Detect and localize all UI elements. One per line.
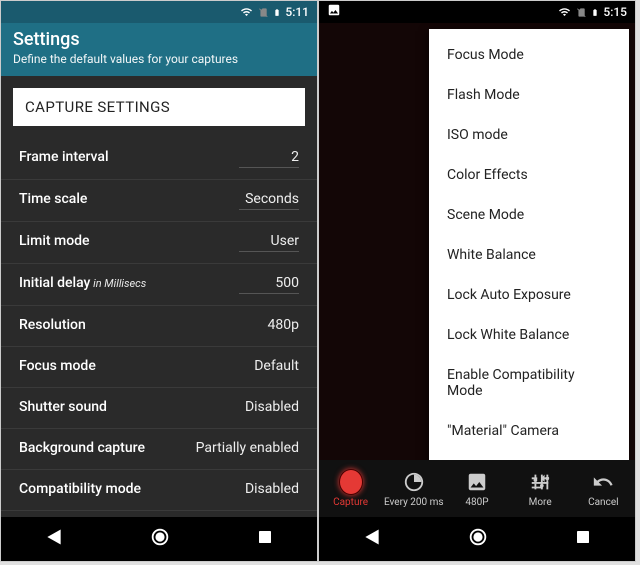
popup-item[interactable]: Flash Mode [429, 75, 629, 115]
setting-row[interactable]: Frame interval 2 [1, 138, 317, 180]
more-button[interactable]: More [510, 470, 570, 508]
battery-icon [273, 6, 281, 19]
setting-label: Shutter sound [19, 399, 107, 415]
no-sim-icon [576, 6, 587, 19]
setting-value[interactable]: Default [239, 358, 299, 376]
setting-value[interactable]: 2 [239, 149, 299, 168]
status-time: 5:11 [285, 5, 309, 19]
status-bar: 5:15 [319, 1, 635, 23]
cancel-label: Cancel [588, 497, 618, 508]
nav-bar [319, 517, 635, 561]
setting-row[interactable]: Limit mode User [1, 222, 317, 264]
setting-label: Resolution [19, 317, 86, 333]
nav-home[interactable] [467, 526, 489, 552]
no-sim-icon [258, 6, 269, 19]
interval-button[interactable]: Every 200 ms [384, 470, 444, 508]
setting-value[interactable]: Disabled [239, 481, 299, 499]
setting-row[interactable]: Resolution 480p [1, 306, 317, 347]
setting-value[interactable]: Disabled [239, 399, 299, 417]
popup-item[interactable]: Focus Mode [429, 35, 629, 75]
resolution-label: 480P [465, 497, 488, 508]
popup-item[interactable]: Color Effects [429, 155, 629, 195]
settings-header: Settings Define the default values for y… [1, 23, 317, 76]
image-icon [327, 3, 341, 21]
more-label: More [529, 497, 552, 508]
setting-label: Focus mode [19, 358, 96, 374]
setting-row[interactable]: Initial delay in Millisecs 500 [1, 264, 317, 306]
wifi-icon [239, 6, 254, 18]
phone-settings: 5:11 Settings Define the default values … [0, 0, 318, 562]
setting-value[interactable]: Seconds [239, 191, 299, 210]
setting-row[interactable]: Focus mode Default [1, 347, 317, 388]
camera-bottom-bar: Capture Every 200 ms 480P More Cancel [319, 460, 635, 517]
setting-value[interactable]: User [239, 233, 299, 252]
setting-row[interactable]: Shutter sound Disabled [1, 388, 317, 429]
phone-camera: 5:15 Focus ModeFlash ModeISO modeColor E… [318, 0, 636, 562]
setting-row[interactable]: Background capture Partially enabled [1, 429, 317, 470]
popup-item[interactable]: Scene Mode [429, 195, 629, 235]
nav-recent[interactable] [256, 528, 274, 550]
setting-label: Compatibility mode [19, 481, 141, 497]
status-time: 5:15 [603, 5, 627, 19]
camera-viewfinder[interactable]: Focus ModeFlash ModeISO modeColor Effect… [319, 23, 635, 460]
popup-item[interactable]: Enable Compatibility Mode [429, 355, 629, 411]
capture-button[interactable]: Capture [321, 470, 381, 508]
section-header: CAPTURE SETTINGS [13, 88, 305, 126]
popup-item[interactable]: White Balance [429, 235, 629, 275]
nav-bar [1, 517, 317, 561]
popup-item[interactable]: "Material" Camera [429, 411, 629, 451]
capture-label: Capture [333, 497, 368, 508]
setting-hint: in Millisecs [90, 277, 146, 290]
interval-label: Every 200 ms [384, 497, 444, 508]
nav-back[interactable] [44, 527, 64, 551]
setting-row[interactable]: Compatibility mode Disabled [1, 470, 317, 511]
setting-label: Initial delay in Millisecs [19, 275, 146, 291]
page-subtitle: Define the default values for your captu… [13, 52, 305, 66]
status-bar: 5:11 [1, 1, 317, 23]
setting-label: Background capture [19, 440, 145, 456]
resolution-button[interactable]: 480P [447, 470, 507, 508]
nav-home[interactable] [149, 526, 171, 552]
setting-label: Time scale [19, 191, 87, 207]
popup-item[interactable]: ISO mode [429, 115, 629, 155]
setting-label: Limit mode [19, 233, 90, 249]
battery-icon [591, 6, 599, 19]
options-popup: Focus ModeFlash ModeISO modeColor Effect… [429, 29, 629, 466]
settings-scroll[interactable]: CAPTURE SETTINGS Frame interval 2 Time sca… [1, 76, 317, 520]
nav-back[interactable] [362, 527, 382, 551]
setting-value[interactable]: 500 [239, 275, 299, 294]
setting-label: Frame interval [19, 149, 109, 165]
popup-item[interactable]: Lock Auto Exposure [429, 275, 629, 315]
cancel-button[interactable]: Cancel [573, 470, 633, 508]
setting-row[interactable]: Time scale Seconds [1, 180, 317, 222]
popup-item[interactable]: Lock White Balance [429, 315, 629, 355]
page-title: Settings [13, 29, 305, 50]
nav-recent[interactable] [574, 528, 592, 550]
setting-value[interactable]: Partially enabled [196, 440, 299, 458]
setting-value[interactable]: 480p [239, 317, 299, 335]
wifi-icon [557, 6, 572, 18]
